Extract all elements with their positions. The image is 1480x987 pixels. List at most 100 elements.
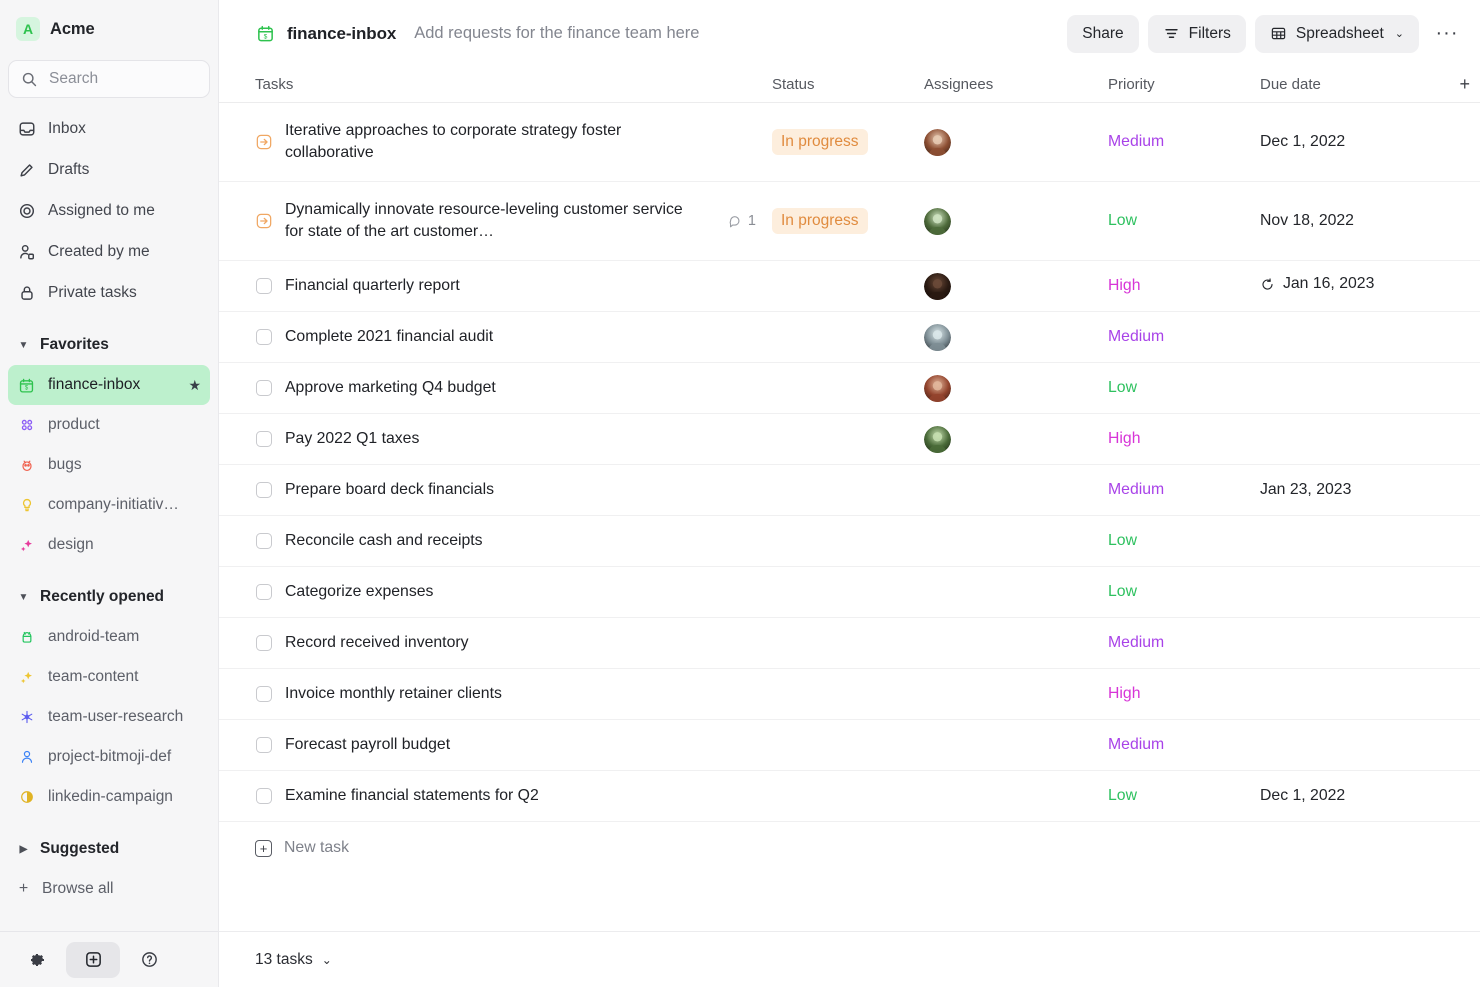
workspace-switcher[interactable]: A Acme (8, 0, 210, 58)
task-title[interactable]: Complete 2021 financial audit (285, 326, 493, 348)
task-checkbox[interactable] (256, 532, 272, 549)
sidebar-item-private-tasks[interactable]: Private tasks (8, 272, 210, 313)
task-checkbox[interactable] (256, 379, 272, 396)
table-row[interactable]: Reconcile cash and receipts Low (219, 516, 1480, 567)
priority-cell[interactable]: High (1108, 685, 1260, 703)
arrow-right-icon[interactable] (255, 133, 273, 151)
task-checkbox[interactable] (256, 736, 272, 753)
table-row[interactable]: Record received inventory Medium (219, 618, 1480, 669)
priority-cell[interactable]: High (1108, 430, 1260, 448)
task-marker[interactable] (255, 787, 273, 805)
priority-cell[interactable]: Medium (1108, 133, 1260, 151)
sidebar-item-product[interactable]: product (8, 405, 210, 445)
task-marker[interactable] (255, 133, 273, 151)
table-row[interactable]: Dynamically innovate resource-leveling c… (219, 182, 1480, 261)
task-cell[interactable]: Prepare board deck financials (255, 479, 772, 501)
column-header-assignees[interactable]: Assignees (924, 76, 1108, 93)
sidebar-item-finance-inbox[interactable]: $ finance-inbox ★ (8, 365, 210, 405)
priority-cell[interactable]: Medium (1108, 328, 1260, 346)
task-cell[interactable]: Categorize expenses (255, 581, 772, 603)
view-switcher-button[interactable]: Spreadsheet ⌄ (1254, 14, 1419, 53)
task-cell[interactable]: Pay 2022 Q1 taxes (255, 428, 772, 450)
column-header-status[interactable]: Status (772, 76, 924, 93)
task-marker[interactable] (255, 634, 273, 652)
task-cell[interactable]: Record received inventory (255, 632, 772, 654)
task-cell[interactable]: Financial quarterly report (255, 275, 772, 297)
task-cell[interactable]: Approve marketing Q4 budget (255, 377, 772, 399)
section-recently-opened[interactable]: ▼ Recently opened (8, 577, 210, 617)
task-checkbox[interactable] (256, 634, 272, 651)
share-button[interactable]: Share (1067, 14, 1139, 53)
table-row[interactable]: Iterative approaches to corporate strate… (219, 103, 1480, 182)
more-options-button[interactable]: ··· (1430, 17, 1464, 51)
priority-cell[interactable]: Low (1108, 212, 1260, 230)
task-marker[interactable] (255, 212, 273, 230)
sidebar-item-company-initiatives[interactable]: company-initiativ… (8, 485, 210, 525)
due-date-cell[interactable]: Jan 23, 2023 (1260, 481, 1440, 499)
section-favorites[interactable]: ▼ Favorites (8, 325, 210, 365)
task-marker[interactable] (255, 328, 273, 346)
task-title[interactable]: Iterative approaches to corporate strate… (285, 120, 705, 165)
browse-all-button[interactable]: + Browse all (8, 869, 210, 909)
task-title[interactable]: Pay 2022 Q1 taxes (285, 428, 419, 450)
task-cell[interactable]: Dynamically innovate resource-leveling c… (255, 199, 772, 244)
task-cell[interactable]: Examine financial statements for Q2 (255, 785, 772, 807)
status-cell[interactable]: In progress (772, 208, 924, 234)
due-date-cell[interactable]: Nov 18, 2022 (1260, 212, 1440, 230)
star-icon[interactable]: ★ (188, 377, 201, 394)
priority-cell[interactable]: Low (1108, 787, 1260, 805)
priority-cell[interactable]: Medium (1108, 481, 1260, 499)
sidebar-item-drafts[interactable]: Drafts (8, 149, 210, 190)
task-marker[interactable] (255, 481, 273, 499)
settings-button[interactable] (10, 942, 64, 978)
due-date-cell[interactable]: Dec 1, 2022 (1260, 787, 1440, 805)
sidebar-item-inbox[interactable]: Inbox (8, 108, 210, 149)
sidebar-item-team-user-research[interactable]: team-user-research (8, 697, 210, 737)
filters-button[interactable]: Filters (1147, 14, 1246, 53)
task-marker[interactable] (255, 532, 273, 550)
task-title[interactable]: Dynamically innovate resource-leveling c… (285, 199, 705, 244)
arrow-right-icon[interactable] (255, 212, 273, 230)
search-input[interactable]: Search (8, 60, 210, 98)
task-title[interactable]: Record received inventory (285, 632, 469, 654)
task-marker[interactable] (255, 430, 273, 448)
task-title[interactable]: Prepare board deck financials (285, 479, 494, 501)
priority-cell[interactable]: Low (1108, 583, 1260, 601)
page-title[interactable]: $ finance-inbox (255, 24, 396, 44)
task-marker[interactable] (255, 583, 273, 601)
assignee-cell[interactable] (924, 207, 1108, 235)
priority-cell[interactable]: Medium (1108, 634, 1260, 652)
priority-cell[interactable]: High (1108, 277, 1260, 295)
task-checkbox[interactable] (256, 328, 272, 345)
add-button[interactable] (66, 941, 120, 978)
task-marker[interactable] (255, 736, 273, 754)
task-marker[interactable] (255, 685, 273, 703)
task-title[interactable]: Approve marketing Q4 budget (285, 377, 496, 399)
priority-cell[interactable]: Low (1108, 532, 1260, 550)
column-header-priority[interactable]: Priority (1108, 76, 1260, 93)
comment-count[interactable]: 1 (728, 213, 772, 229)
new-task-button[interactable]: + New task (219, 822, 1480, 874)
due-date-cell[interactable]: Dec 1, 2022 (1260, 133, 1440, 151)
task-cell[interactable]: Complete 2021 financial audit (255, 326, 772, 348)
task-marker[interactable] (255, 277, 273, 295)
table-row[interactable]: Complete 2021 financial audit Medium (219, 312, 1480, 363)
priority-cell[interactable]: Medium (1108, 736, 1260, 754)
task-title[interactable]: Invoice monthly retainer clients (285, 683, 502, 705)
task-checkbox[interactable] (256, 277, 272, 294)
priority-cell[interactable]: Low (1108, 379, 1260, 397)
assignee-cell[interactable] (924, 128, 1108, 156)
section-suggested[interactable]: ▶ Suggested (8, 829, 210, 869)
table-row[interactable]: Invoice monthly retainer clients High (219, 669, 1480, 720)
table-row[interactable]: Examine financial statements for Q2 Low … (219, 771, 1480, 822)
add-column-button[interactable]: + (1440, 74, 1480, 95)
table-row[interactable]: Approve marketing Q4 budget Low (219, 363, 1480, 414)
task-title[interactable]: Forecast payroll budget (285, 734, 450, 756)
task-cell[interactable]: Reconcile cash and receipts (255, 530, 772, 552)
assignee-cell[interactable] (924, 323, 1108, 351)
task-title[interactable]: Categorize expenses (285, 581, 433, 603)
task-title[interactable]: Reconcile cash and receipts (285, 530, 483, 552)
sidebar-item-linkedin-campaign[interactable]: linkedin-campaign (8, 777, 210, 817)
table-row[interactable]: Pay 2022 Q1 taxes High (219, 414, 1480, 465)
task-marker[interactable] (255, 379, 273, 397)
